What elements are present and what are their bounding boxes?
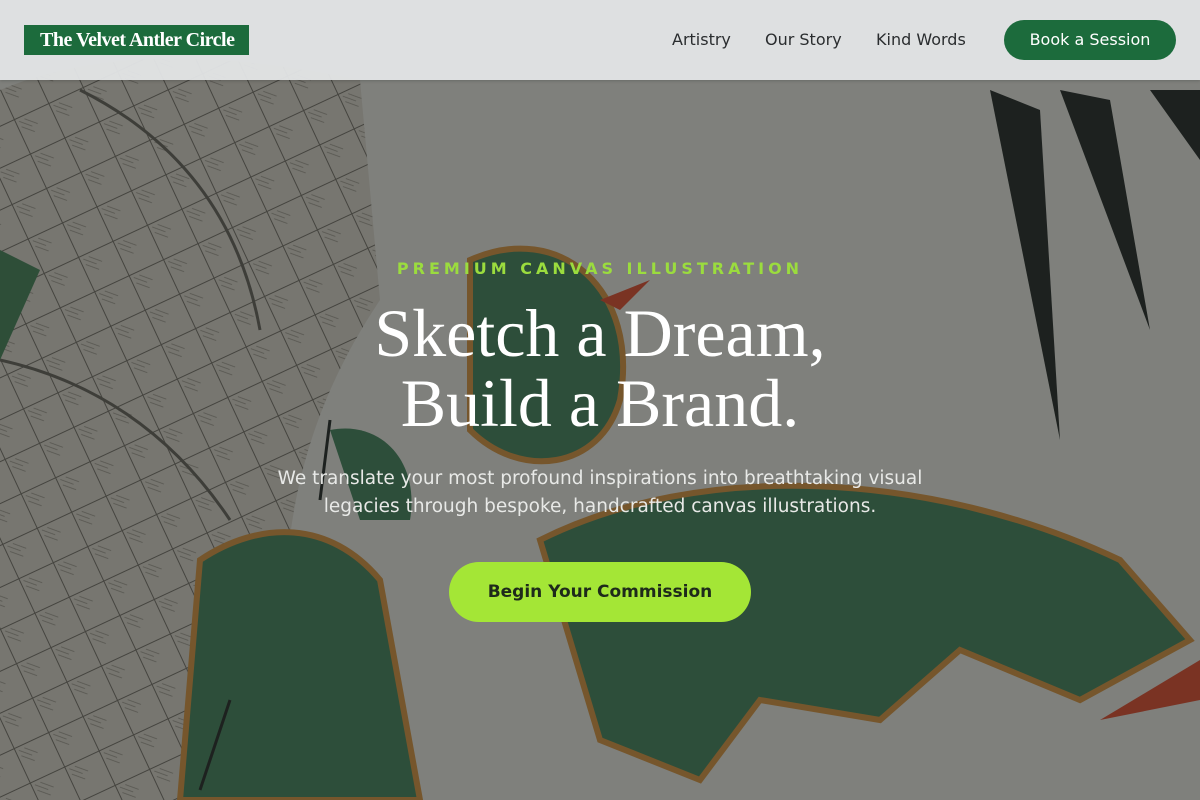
hero-eyebrow: PREMIUM CANVAS ILLUSTRATION [396,259,804,278]
site-header: The Velvet Antler Circle Artistry Our St… [0,0,1200,80]
brand-logo[interactable]: The Velvet Antler Circle [24,25,250,55]
hero-headline-line1: Sketch a Dream, [374,295,826,371]
hero-headline-line2: Build a Brand. [400,365,800,441]
nav-link-artistry[interactable]: Artistry [672,30,731,49]
nav-link-our-story[interactable]: Our Story [765,30,842,49]
hero-subtext: We translate your most profound inspirat… [277,468,923,517]
nav-link-kind-words[interactable]: Kind Words [876,30,966,49]
begin-commission-button[interactable]: Begin Your Commission [449,562,751,622]
book-session-button[interactable]: Book a Session [1004,20,1176,60]
hero-section: PREMIUM CANVAS ILLUSTRATION Sketch a Dre… [0,0,1200,800]
hero-headline: Sketch a Dream, Build a Brand. [0,298,1200,438]
